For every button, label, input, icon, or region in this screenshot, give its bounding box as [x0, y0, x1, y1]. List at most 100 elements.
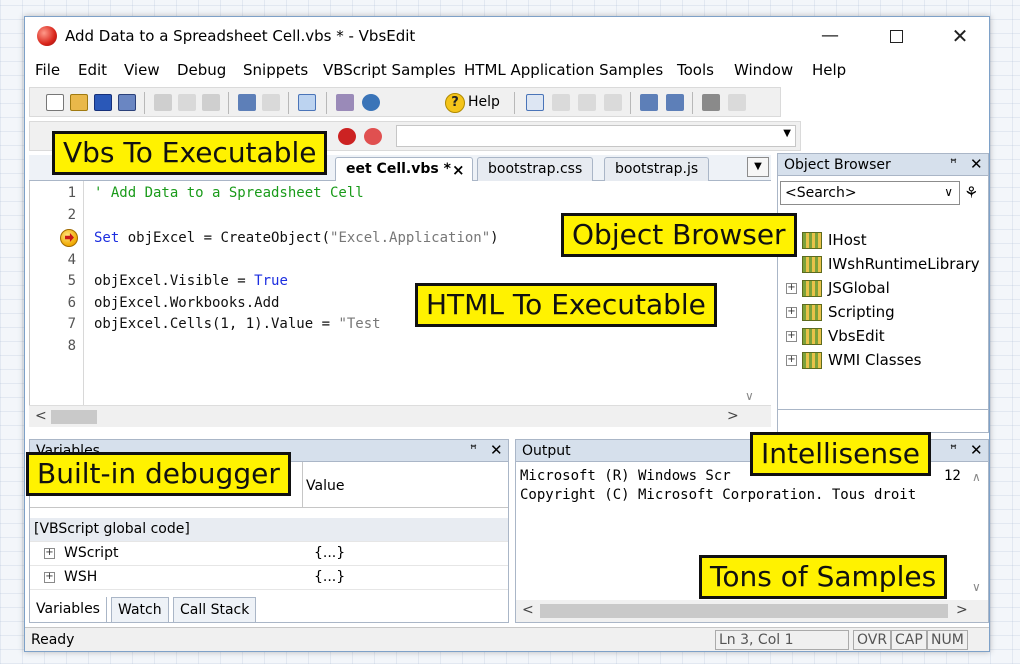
tab-watch[interactable]: Watch [111, 597, 169, 623]
menu-help[interactable]: Help [812, 61, 846, 79]
scroll-down-arrow[interactable]: ∨ [972, 580, 981, 594]
variable-group-row[interactable]: [VBScript global code] [30, 518, 508, 542]
find-file-icon[interactable] [336, 94, 354, 111]
expand-icon[interactable]: + [44, 572, 55, 583]
window-icon[interactable] [526, 94, 544, 111]
scroll-down-arrow[interactable]: ∨ [745, 389, 754, 403]
next-bookmark-icon[interactable] [578, 94, 596, 111]
menu-snippets[interactable]: Snippets [243, 61, 308, 79]
help-icon[interactable]: ? [445, 93, 465, 113]
browse-web-icon[interactable] [362, 94, 380, 111]
scroll-right-arrow[interactable]: > [727, 408, 739, 424]
expand-icon[interactable]: + [786, 331, 797, 342]
current-line-marker-icon[interactable] [60, 229, 78, 247]
minimize-button[interactable]: — [807, 21, 853, 51]
tab-list-button[interactable]: ▼ [747, 157, 769, 177]
tree-item-label: Scripting [828, 303, 895, 321]
pin-icon[interactable]: ꟸ [950, 156, 957, 170]
new-file-icon[interactable] [46, 94, 64, 111]
comment-icon[interactable] [702, 94, 720, 111]
output-horizontal-scrollbar[interactable]: < > [516, 600, 988, 622]
close-panel-button[interactable]: ✕ [970, 441, 983, 459]
undo-icon[interactable] [238, 94, 256, 111]
title-bar: Add Data to a Spreadsheet Cell.vbs * - V… [25, 17, 989, 55]
code-text: objExcel.Visible = [94, 273, 255, 289]
tab-variables[interactable]: Variables [29, 597, 107, 623]
expand-icon[interactable]: + [44, 548, 55, 559]
table-row[interactable]: + WSH {...} [30, 566, 508, 590]
close-tab-button[interactable]: × [452, 161, 465, 179]
help-button[interactable]: Help [468, 94, 500, 110]
scroll-up-arrow[interactable]: ∧ [972, 470, 981, 484]
expand-icon[interactable]: + [786, 355, 797, 366]
open-folder-icon[interactable] [70, 94, 88, 111]
menu-vbscript-samples[interactable]: VBScript Samples [323, 61, 456, 79]
toolbar-separator [326, 92, 327, 114]
menu-tools[interactable]: Tools [677, 61, 714, 79]
chevron-down-icon: ▼ [783, 128, 791, 139]
copy-icon[interactable] [178, 94, 196, 111]
procedure-combobox[interactable]: ▼ [396, 125, 796, 147]
save-all-icon[interactable] [118, 94, 136, 111]
outdent-icon[interactable] [666, 94, 684, 111]
tab-bootstrap-js[interactable]: bootstrap.js [604, 157, 710, 181]
close-window-button[interactable]: ✕ [937, 21, 983, 51]
code-text: objExcel = CreateObject( [119, 230, 331, 246]
menu-html-application-samples[interactable]: HTML Application Samples [464, 61, 663, 79]
pin-icon[interactable]: ꟸ [950, 442, 957, 456]
scrollbar-thumb[interactable] [540, 604, 948, 618]
expand-icon[interactable]: + [786, 283, 797, 294]
close-panel-button[interactable]: ✕ [970, 155, 983, 173]
window-title: Add Data to a Spreadsheet Cell.vbs * - V… [65, 27, 416, 45]
toolbar-separator [144, 92, 145, 114]
toggle-view-icon[interactable] [298, 94, 316, 111]
tree-item-label: IHost [828, 231, 867, 249]
menu-debug[interactable]: Debug [177, 61, 226, 79]
main-toolbar: ? Help [29, 87, 781, 117]
tab-call-stack[interactable]: Call Stack [173, 597, 257, 623]
paste-icon[interactable] [202, 94, 220, 111]
breakpoint-icon[interactable] [338, 128, 356, 145]
num-indicator: NUM [927, 630, 968, 650]
find-object-icon[interactable]: ⚘ [964, 183, 978, 202]
close-panel-button[interactable]: ✕ [490, 441, 503, 459]
tree-item-label: JSGlobal [828, 279, 890, 297]
table-row[interactable]: + WScript {...} [30, 542, 508, 566]
uncomment-icon[interactable] [728, 94, 746, 111]
prev-bookmark-icon[interactable] [604, 94, 622, 111]
pin-breakpoint-icon[interactable] [364, 128, 382, 145]
object-browser-header: Object Browser ꟸ ✕ [778, 154, 988, 176]
column-divider [302, 462, 303, 507]
panel-title: Object Browser [784, 157, 891, 173]
editor-horizontal-scrollbar[interactable]: < > [29, 405, 771, 427]
menu-window[interactable]: Window [734, 61, 793, 79]
value-column-header[interactable]: Value [306, 478, 344, 494]
bookmark-icon[interactable] [552, 94, 570, 111]
status-text: Ready [31, 632, 75, 648]
group-label: [VBScript global code] [34, 521, 190, 537]
maximize-button[interactable] [873, 21, 919, 51]
scroll-left-arrow[interactable]: < [35, 408, 47, 424]
toolbar-separator [630, 92, 631, 114]
object-search-combobox[interactable]: <Search> ∨ [780, 181, 960, 205]
indent-icon[interactable] [640, 94, 658, 111]
variable-value: {...} [314, 569, 346, 585]
callout-tons-of-samples: Tons of Samples [699, 555, 948, 599]
expand-icon[interactable]: + [786, 307, 797, 318]
scroll-right-arrow[interactable]: > [956, 602, 968, 618]
scroll-left-arrow[interactable]: < [522, 602, 534, 618]
menu-file[interactable]: File [35, 61, 60, 79]
scrollbar-thumb[interactable] [51, 410, 97, 424]
menu-view[interactable]: View [124, 61, 160, 79]
line-number-gutter: 1 2 4 5 6 7 8 [30, 181, 84, 405]
save-icon[interactable] [94, 94, 112, 111]
debug-tabs: Variables Watch Call Stack [29, 597, 509, 623]
code-line-visible: objExcel.Visible = True [94, 273, 288, 289]
cut-icon[interactable] [154, 94, 172, 111]
menu-edit[interactable]: Edit [78, 61, 107, 79]
redo-icon[interactable] [262, 94, 280, 111]
tab-bootstrap-css[interactable]: bootstrap.css [477, 157, 594, 181]
pin-icon[interactable]: ꟸ [470, 442, 477, 456]
maximize-icon [889, 29, 903, 43]
variable-value: {...} [314, 545, 346, 561]
